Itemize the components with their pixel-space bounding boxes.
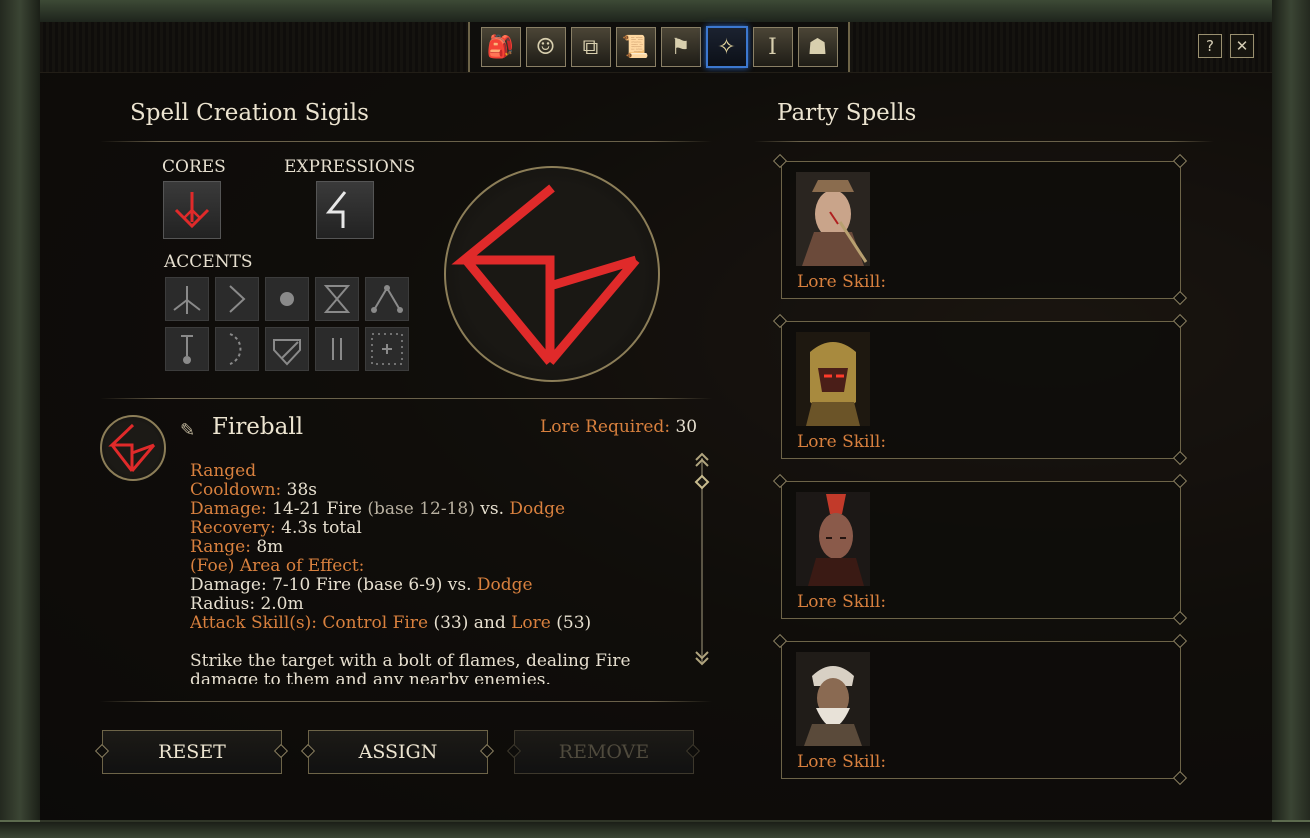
party-member-card[interactable]: Lore Skill: (781, 641, 1181, 779)
window-border-right (1272, 0, 1310, 838)
character-tab[interactable]: ☺ (525, 27, 566, 67)
detail-recovery: Recovery: 4.3s total (190, 518, 362, 538)
accent-dot-slot[interactable] (265, 277, 309, 321)
lore-skill-label: Lore Skill: (797, 752, 887, 772)
divider (100, 701, 712, 702)
accent-arc-slot[interactable] (215, 327, 259, 371)
detail-aoe: (Foe) Area of Effect: (190, 556, 365, 576)
divider (100, 398, 712, 399)
reputation-tab[interactable]: ⚑ (660, 27, 701, 67)
help-button[interactable]: ? (1198, 34, 1222, 58)
fork-sigil-icon (173, 286, 201, 314)
peak-sigil-icon (371, 285, 403, 313)
lore-skill-label: Lore Skill: (797, 592, 887, 612)
accent-chevron-slot[interactable] (215, 277, 259, 321)
details-scrollbar[interactable] (694, 452, 710, 670)
accent-shield-slot[interactable] (265, 327, 309, 371)
window-border-left (0, 0, 40, 838)
accent-bars-slot[interactable] (315, 327, 359, 371)
inventory-tab-icon: 🎒 (486, 34, 515, 60)
window-border-top (0, 0, 1310, 24)
core-sigil-icon (174, 192, 210, 229)
tab-bar: 🎒 ☺ ⧉ 📜 ⚑ ✧ Ⅰ ☗ (468, 22, 850, 72)
stronghold-tab[interactable]: Ⅰ (752, 27, 793, 67)
lore-required-label: Lore Required: (540, 417, 671, 437)
party-portrait-4-icon (796, 652, 870, 746)
accents-label: ACCENTS (164, 252, 253, 272)
dot-sigil-icon (280, 292, 294, 306)
accent-pin-slot[interactable] (165, 327, 209, 371)
spell-details: Ranged Cooldown: 38s Damage: 14-21 Fire … (190, 462, 670, 684)
shield-sigil-icon (273, 339, 301, 366)
detail-range: Range: 8m (190, 537, 284, 557)
expression-sigil-icon (325, 191, 347, 228)
map-tab-icon: ☗ (807, 34, 828, 60)
spell-creation-title: Spell Creation Sigils (130, 100, 369, 126)
party-spells-title: Party Spells (777, 100, 917, 126)
party-member-card[interactable]: Lore Skill: (781, 321, 1181, 459)
reset-button[interactable]: RESET (102, 730, 282, 774)
game-window: 🎒 ☺ ⧉ 📜 ⚑ ✧ Ⅰ ☗ ? ✕ Spell Creation Sigils CORES… (0, 0, 1310, 838)
detail-radius: Radius: 2.0m (190, 594, 304, 614)
remove-button[interactable]: REMOVE (514, 730, 694, 774)
lore-required: Lore Required: 30 (540, 417, 697, 437)
spell-icon (100, 415, 166, 481)
party-member-card[interactable]: Lore Skill: (781, 161, 1181, 299)
accent-fork-slot[interactable] (165, 277, 209, 321)
chevron-sigil-icon (229, 285, 246, 313)
detail-ranged: Ranged (190, 462, 257, 481)
journal-tab-icon: 📜 (621, 34, 650, 60)
detail-aoe-damage: Damage: 7-10 Fire (base 6-9) vs. Dodge (190, 575, 533, 595)
lore-skill-label: Lore Skill: (797, 432, 887, 452)
reputation-tab-icon: ⚑ (670, 34, 691, 60)
accent-cross-slot[interactable] (365, 327, 409, 371)
map-tab[interactable]: ☗ (797, 27, 838, 67)
detail-damage: Damage: 14-21 Fire (base 12-18) vs. Dodg… (190, 499, 566, 519)
pin-sigil-icon (181, 335, 193, 364)
grimoire-tab-icon: ✧ (717, 34, 736, 60)
journal-tab[interactable]: 📜 (615, 27, 656, 67)
expressions-label: EXPRESSIONS (284, 157, 416, 177)
bars-sigil-icon (332, 338, 342, 360)
divider (100, 141, 712, 142)
spell-name: Fireball (212, 414, 304, 440)
fireball-sigil-large-icon (451, 184, 640, 365)
window-border-bottom (0, 820, 1310, 838)
party-member-card[interactable]: Lore Skill: (781, 481, 1181, 619)
party-portrait-1-icon (796, 172, 870, 266)
party-tab[interactable]: ⧉ (570, 27, 611, 67)
scrollbar-track-icon (694, 452, 710, 666)
character-tab-icon: ☺ (535, 34, 556, 60)
divider (754, 141, 1214, 142)
stronghold-tab-icon: Ⅰ (768, 34, 777, 60)
cross-sigil-icon (371, 333, 403, 365)
accent-hourglass-slot[interactable] (315, 277, 359, 321)
party-portrait-2-icon (796, 332, 870, 426)
expression-sigil-slot[interactable] (316, 181, 374, 239)
hourglass-sigil-icon (323, 285, 351, 313)
arc-sigil-icon (229, 333, 242, 365)
assign-button[interactable]: ASSIGN (308, 730, 488, 774)
detail-cooldown: Cooldown: 38s (190, 480, 318, 500)
party-portrait-3-icon (796, 492, 870, 586)
grimoire-tab[interactable]: ✧ (705, 26, 748, 68)
composed-sigil-preview (444, 166, 660, 382)
party-tab-icon: ⧉ (582, 34, 599, 60)
close-button[interactable]: ✕ (1230, 34, 1254, 58)
lore-skill-label: Lore Skill: (797, 272, 887, 292)
core-sigil-slot[interactable] (163, 181, 221, 239)
rename-pencil-icon[interactable]: ✎ (180, 420, 195, 441)
detail-attack-skills: Attack Skill(s): Control Fire (33) and L… (190, 613, 592, 633)
fireball-sigil-small-icon (108, 423, 156, 472)
lore-required-value: 30 (675, 417, 698, 437)
spell-description: Strike the target with a bolt of flames,… (190, 651, 631, 685)
accent-peak-slot[interactable] (365, 277, 409, 321)
cores-label: CORES (162, 157, 226, 177)
inventory-tab[interactable]: 🎒 (480, 27, 521, 67)
